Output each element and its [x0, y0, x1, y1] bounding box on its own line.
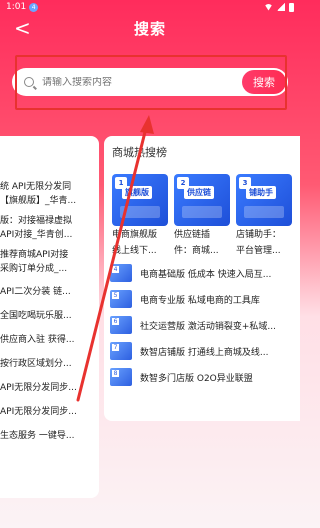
thumbnail-tag: 铺助手 [246, 186, 276, 199]
page-title: 搜索 [133, 19, 166, 38]
signal-icon [277, 3, 285, 11]
left-list: 统 API无限分发同 【旗舰版】_华青... 版：对接福禄虚拟 API对接_华青… [0, 136, 99, 448]
list-item-label: 电商专业版 私域电商的工具库 [140, 295, 260, 306]
status-icons [264, 2, 294, 12]
list-item[interactable]: 8 数智多门店版 O2O异业联盟 [110, 364, 300, 390]
list-item-line: 统 API无限分发同 [0, 182, 72, 192]
list-item-line: 版：对接福禄虚拟 [0, 216, 73, 226]
featured-row: 1 旗舰版 电商旗舰版 线上线下... 2 供应链 供应链插 件：商城... 3… [112, 174, 292, 258]
featured-caption: 件：商城... [174, 246, 219, 256]
list-item[interactable]: 全国吃喝玩乐服... [0, 304, 99, 328]
featured-caption: 线上线下... [112, 246, 157, 256]
list-item-label: 电商基础版 低成本 快速入局互... [140, 269, 272, 280]
list-item-line: API对接_华青创... [0, 230, 73, 240]
back-icon[interactable]: < [14, 18, 31, 38]
list-item-line: 采购订单分成_... [0, 264, 68, 274]
rank-badge: 6 [112, 318, 119, 325]
list-item-label: 数智多门店版 O2O异业联盟 [140, 373, 253, 384]
featured-item[interactable]: 3 铺助手 店铺助手： 平台管理... [236, 174, 292, 258]
list-item[interactable]: 供应商入驻 获得... [0, 328, 99, 352]
featured-caption: 电商旗舰版 [112, 230, 158, 240]
list-item-label: 社交运营版 激活动销裂变+私域... [140, 321, 276, 332]
annotation-highlight-box [15, 55, 287, 110]
list-item[interactable]: API二次分装 链... [0, 280, 99, 304]
status-time: 1:01 [6, 2, 27, 12]
list-item[interactable]: 5 电商专业版 私域电商的工具库 [110, 286, 300, 312]
product-thumbnail: 4 [110, 264, 132, 282]
card-title: 商城热搜榜 [112, 146, 167, 159]
thumbnail-graphic [120, 206, 160, 218]
list-item-line: 推荐商城API对接 [0, 250, 69, 260]
featured-item[interactable]: 2 供应链 供应链插 件：商城... [174, 174, 230, 258]
product-thumbnail: 2 供应链 [174, 174, 230, 226]
list-item-line: 【旗舰版】_华青... [0, 196, 77, 206]
list-item[interactable]: API无限分发同步... [0, 400, 99, 424]
list-item[interactable]: 生态服务 一键导... [0, 424, 99, 448]
rank-badge: 7 [112, 344, 119, 351]
list-item[interactable]: 版：对接福禄虚拟 API对接_华青创... [0, 214, 99, 242]
rank-badge: 4 [112, 266, 119, 273]
annotation-arrow-head [140, 115, 154, 134]
list-item[interactable]: 7 数智店铺版 打通线上商城及线... [110, 338, 300, 364]
list-item[interactable]: API无限分发同步... [0, 376, 99, 400]
list-item-label: 数智店铺版 打通线上商城及线... [140, 347, 269, 358]
product-thumbnail: 1 旗舰版 [112, 174, 168, 226]
rank-badge: 5 [112, 292, 119, 299]
thumbnail-tag: 旗舰版 [122, 186, 152, 199]
list-item[interactable]: 推荐商城API对接 采购订单分成_... [0, 248, 99, 276]
product-thumbnail: 5 [110, 290, 132, 308]
wifi-icon [264, 3, 273, 11]
product-thumbnail: 7 [110, 342, 132, 360]
featured-item[interactable]: 1 旗舰版 电商旗舰版 线上线下... [112, 174, 168, 258]
notification-icon: 4 [29, 2, 39, 12]
ranked-list: 4 电商基础版 低成本 快速入局互... 5 电商专业版 私域电商的工具库 6 … [110, 260, 300, 390]
list-item[interactable]: 4 电商基础版 低成本 快速入局互... [110, 260, 300, 286]
header: < 搜索 [0, 14, 300, 42]
rank-badge: 8 [112, 370, 119, 377]
hot-list-card-left: 统 API无限分发同 【旗舰版】_华青... 版：对接福禄虚拟 API对接_华青… [0, 136, 99, 498]
featured-caption: 平台管理... [236, 246, 281, 256]
hot-list-card-right: 商城热搜榜 1 旗舰版 电商旗舰版 线上线下... 2 供应链 供应链插 件：商… [104, 136, 300, 421]
list-item[interactable]: 统 API无限分发同 【旗舰版】_华青... [0, 180, 99, 208]
thumbnail-graphic [182, 206, 222, 218]
product-thumbnail: 6 [110, 316, 132, 334]
product-thumbnail: 8 [110, 368, 132, 386]
list-item[interactable]: 6 社交运营版 激活动销裂变+私域... [110, 312, 300, 338]
product-thumbnail: 3 铺助手 [236, 174, 292, 226]
battery-icon [289, 2, 294, 12]
featured-caption: 供应链插 [174, 230, 211, 240]
thumbnail-graphic [244, 206, 284, 218]
status-bar: 1:01 4 [0, 0, 300, 14]
list-item[interactable]: 按行政区域划分... [0, 352, 99, 376]
featured-caption: 店铺助手： [236, 230, 282, 240]
thumbnail-tag: 供应链 [184, 186, 214, 199]
